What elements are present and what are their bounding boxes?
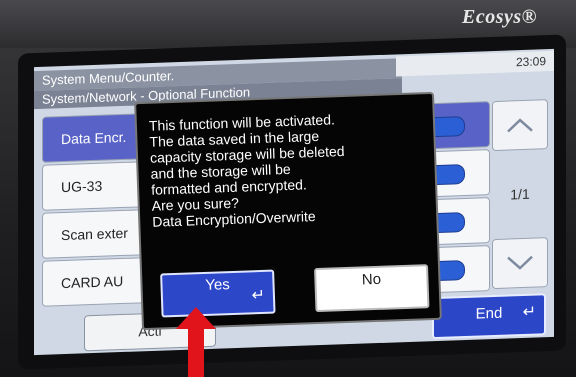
confirmation-dialog: This function will be activated. The dat… xyxy=(134,91,442,331)
brand-logo: Ecosys® xyxy=(462,6,538,28)
enter-icon: ↵ xyxy=(522,303,536,322)
no-button-label: No xyxy=(361,270,382,289)
list-item-label: Data Encr. xyxy=(61,128,127,148)
chevron-down-icon xyxy=(507,255,533,270)
no-button[interactable]: No xyxy=(314,264,430,313)
chevron-up-icon xyxy=(507,118,533,133)
scroll-controls: 1/1 xyxy=(492,99,548,290)
end-button-label: End xyxy=(475,304,503,323)
page-indicator: 1/1 xyxy=(510,185,530,203)
list-item-label: CARD AU xyxy=(61,272,124,292)
end-button[interactable]: End ↵ xyxy=(432,293,546,340)
scroll-up-button[interactable] xyxy=(492,99,548,152)
dialog-message: This function will be activated. The dat… xyxy=(148,111,345,230)
list-item-label: UG-33 xyxy=(61,177,103,196)
yes-button-label: Yes xyxy=(205,276,231,294)
enter-icon: ↵ xyxy=(251,286,266,305)
scroll-down-button[interactable] xyxy=(492,237,548,290)
clock: 23:09 xyxy=(396,50,554,77)
list-item-label: Scan exter xyxy=(61,224,128,244)
red-arrow-pointer-icon xyxy=(176,307,216,377)
